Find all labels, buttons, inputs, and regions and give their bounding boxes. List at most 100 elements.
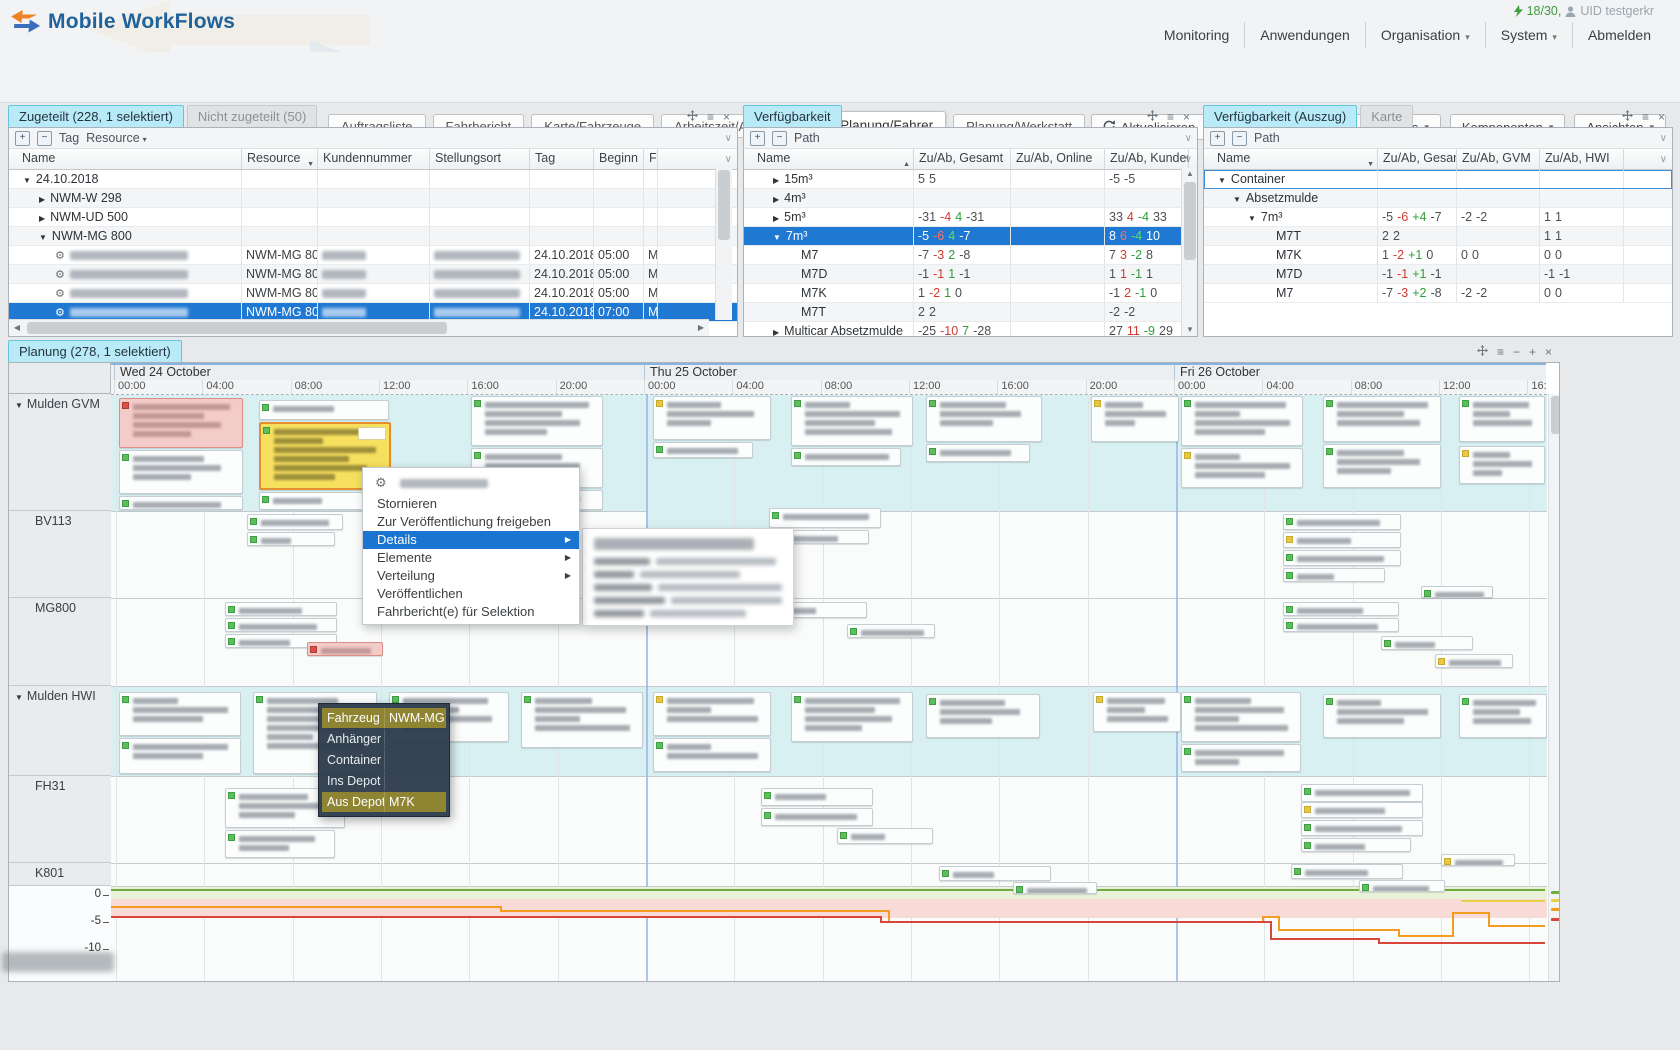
table-row[interactable]: M7D-1-1+1-1-1-1 xyxy=(1204,265,1672,284)
table-row[interactable]: M7K1-2+100000 xyxy=(1204,246,1672,265)
column-chevron-icon[interactable]: ∨ xyxy=(1185,133,1192,144)
table-row[interactable]: ▶4m³ xyxy=(744,189,1197,208)
gantt-task-card[interactable] xyxy=(791,692,913,742)
vehicle-menu-row[interactable]: Anhänger xyxy=(322,729,446,749)
menu-item-zur-ver-ffentlichung-freigeben[interactable]: Zur Veröffentlichung freigeben xyxy=(363,513,579,531)
zugeteilt-tab-0[interactable]: Zugeteilt (228, 1 selektiert) xyxy=(8,105,184,127)
table-row[interactable]: ▼Absetzmulde xyxy=(1204,189,1672,208)
nav-item-organisation[interactable]: Organisation▾ xyxy=(1365,22,1485,48)
gantt-task-card[interactable] xyxy=(1459,694,1547,738)
gantt-task-card[interactable] xyxy=(1283,514,1401,530)
gantt-task-card[interactable] xyxy=(1091,396,1179,442)
gantt-row-label-mulden-hwi[interactable]: ▼Mulden HWI xyxy=(9,686,111,776)
tree-expanded-icon[interactable]: ▼ xyxy=(1233,195,1241,204)
scrollbar-thumb[interactable] xyxy=(718,170,730,240)
gantt-task-card[interactable] xyxy=(259,400,389,420)
gantt-task-card[interactable] xyxy=(1323,444,1441,488)
gantt-task-card[interactable] xyxy=(791,396,913,446)
table-row[interactable]: ⚙NWM-MG 80024.10.201805:00M xyxy=(9,284,737,303)
gantt-task-card[interactable] xyxy=(653,692,771,736)
vehicle-menu-row[interactable]: Aus DepotM7K xyxy=(322,792,446,812)
gantt-task-card[interactable] xyxy=(247,514,343,530)
gantt-task-card[interactable] xyxy=(1181,744,1301,772)
gantt-task-card[interactable] xyxy=(1301,820,1423,836)
tree-collapsed-icon[interactable]: ▶ xyxy=(773,328,779,337)
gantt-task-card[interactable] xyxy=(1283,550,1401,566)
nav-item-monitoring[interactable]: Monitoring xyxy=(1149,22,1244,48)
table-row[interactable]: ▶NWM-UD 500 xyxy=(9,208,737,227)
gantt-task-card[interactable] xyxy=(847,624,935,638)
collapse-all-icon[interactable]: − xyxy=(772,131,787,146)
gantt-task-card[interactable] xyxy=(791,448,901,466)
gantt-task-card[interactable] xyxy=(1291,864,1403,879)
scroll-left-icon[interactable]: ◀ xyxy=(9,320,25,336)
tree-expanded-icon[interactable]: ▼ xyxy=(15,401,23,410)
gantt-task-card[interactable] xyxy=(761,788,873,806)
tree-collapsed-icon[interactable]: ▶ xyxy=(773,176,779,185)
verfuegbarkeit-column-2[interactable]: Zu/Ab, Online xyxy=(1011,149,1105,169)
gantt-task-card[interactable] xyxy=(521,692,643,748)
scroll-up-icon[interactable]: ▲ xyxy=(1182,168,1198,180)
table-row[interactable]: M7T22-2-2 xyxy=(744,303,1197,322)
close-icon[interactable]: × xyxy=(1658,111,1665,123)
gantt-task-card[interactable] xyxy=(769,508,881,528)
move-icon[interactable] xyxy=(1477,345,1488,358)
nav-item-anwendungen[interactable]: Anwendungen xyxy=(1244,22,1365,48)
column-chevron-icon[interactable]: ∨ xyxy=(725,133,732,144)
table-row[interactable]: M7-7-3+2-8-2-200 xyxy=(1204,284,1672,303)
verfuegbarkeit-auszug-tab-1[interactable]: Karte xyxy=(1360,105,1413,127)
gantt-task-card[interactable] xyxy=(119,398,243,448)
gantt-task-card[interactable] xyxy=(1181,692,1301,742)
expand-all-icon[interactable]: + xyxy=(15,131,30,146)
menu-icon[interactable]: ≡ xyxy=(1497,346,1504,358)
gantt-task-card[interactable] xyxy=(837,828,933,844)
scrollbar-thumb[interactable] xyxy=(1184,182,1196,260)
zugeteilt-column-3[interactable]: Stellungsort xyxy=(430,149,530,169)
tree-expanded-icon[interactable]: ▼ xyxy=(1218,176,1226,185)
tree-collapsed-icon[interactable]: ▶ xyxy=(39,214,45,223)
verfuegbarkeit-auszug-grouping-path[interactable]: Path xyxy=(1254,131,1280,145)
table-row[interactable]: ▼Container xyxy=(1204,170,1672,189)
minus-icon[interactable]: − xyxy=(1513,346,1520,358)
menu-item-verteilung[interactable]: Verteilung▶ xyxy=(363,567,579,585)
gantt-task-card[interactable] xyxy=(1181,396,1303,446)
gantt-task-card[interactable] xyxy=(1301,802,1423,818)
gantt-row-label-mg800[interactable]: MG800 xyxy=(9,598,111,686)
collapse-all-icon[interactable]: − xyxy=(1232,131,1247,146)
nav-item-abmelden[interactable]: Abmelden xyxy=(1572,22,1666,48)
vertical-scrollbar[interactable] xyxy=(715,168,732,320)
planung-tab-0[interactable]: Planung (278, 1 selektiert) xyxy=(8,340,182,362)
table-row[interactable]: ▼7m³-5-64-786-410 xyxy=(744,227,1197,246)
verfuegbarkeit-column-1[interactable]: Zu/Ab, Gesamt xyxy=(914,149,1011,169)
menu-icon[interactable]: ≡ xyxy=(1167,111,1174,123)
table-row[interactable]: M7T2211 xyxy=(1204,227,1672,246)
gantt-task-card[interactable] xyxy=(1441,854,1515,866)
tree-collapsed-icon[interactable]: ▶ xyxy=(773,195,779,204)
menu-item-ver-ffentlichen[interactable]: Veröffentlichen xyxy=(363,585,579,603)
gantt-task-card[interactable] xyxy=(1301,838,1411,852)
gantt-vertical-scrollbar[interactable] xyxy=(1548,394,1560,981)
gantt-task-card[interactable] xyxy=(471,396,603,446)
menu-item-fahrbericht-e-f-r-selektion[interactable]: Fahrbericht(e) für Selektion xyxy=(363,603,579,621)
table-row[interactable]: M7D-1-11-111-11 xyxy=(744,265,1197,284)
scroll-down-icon[interactable]: ▼ xyxy=(1182,324,1198,336)
vehicle-menu-row[interactable]: Ins Depot xyxy=(322,771,446,791)
gantt-task-card[interactable] xyxy=(939,866,1051,881)
verfuegbarkeit-grouping-path[interactable]: Path xyxy=(794,131,820,145)
table-row[interactable]: ▼7m³-5-6+4-7-2-211 xyxy=(1204,208,1672,227)
menu-item-elemente[interactable]: Elemente▶ xyxy=(363,549,579,567)
zugeteilt-column-4[interactable]: Tag xyxy=(530,149,594,169)
expand-all-icon[interactable]: + xyxy=(1210,131,1225,146)
verfuegbarkeit-auszug-column-3[interactable]: Zu/Ab, HWI xyxy=(1540,149,1624,169)
vehicle-menu-row[interactable]: Container xyxy=(322,750,446,770)
table-row[interactable]: ▼NWM-MG 800 xyxy=(9,227,737,246)
menu-item-stornieren[interactable]: Stornieren xyxy=(363,495,579,513)
gantt-task-card[interactable] xyxy=(761,808,873,826)
tree-collapsed-icon[interactable]: ▶ xyxy=(39,195,45,204)
tree-expanded-icon[interactable]: ▼ xyxy=(39,233,47,242)
menu-item-details[interactable]: Details▶ xyxy=(363,531,579,549)
verfuegbarkeit-column-0[interactable]: Name▲ xyxy=(752,149,914,169)
nav-item-system[interactable]: System▾ xyxy=(1485,22,1572,48)
gantt-row-label-k801[interactable]: K801 xyxy=(9,863,111,886)
gantt-task-card[interactable] xyxy=(119,692,241,736)
